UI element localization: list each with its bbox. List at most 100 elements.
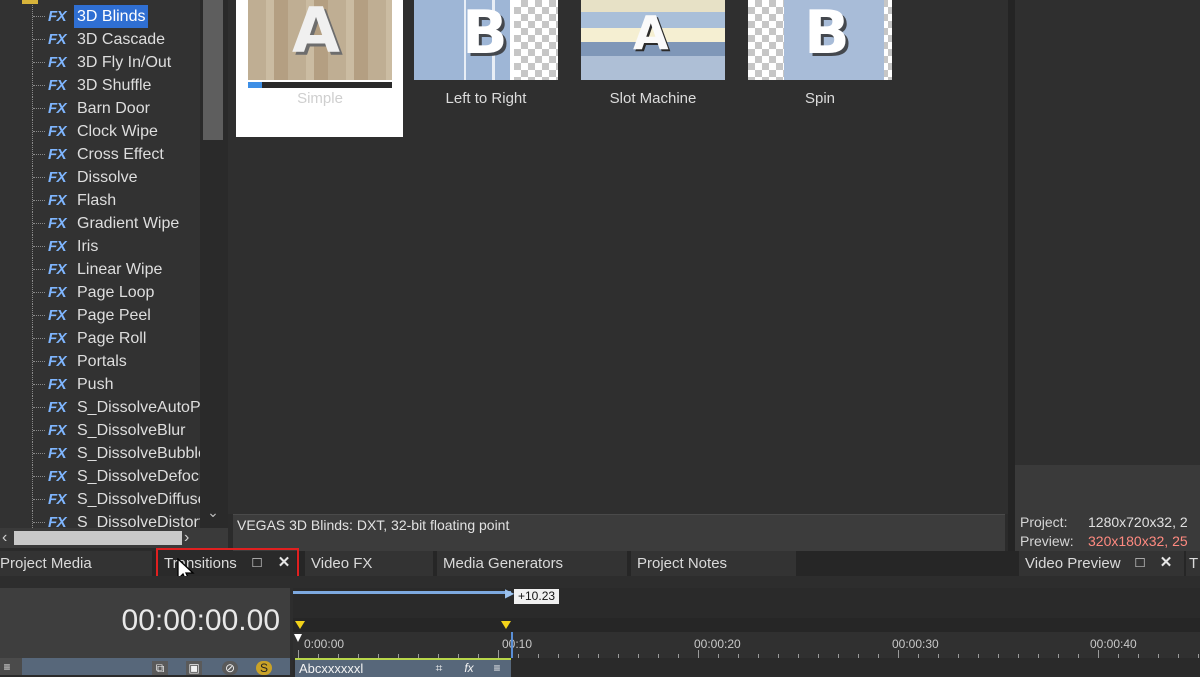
tree-item[interactable]: FX S_DissolveBubble	[0, 442, 200, 465]
ruler-minor-tick	[1118, 654, 1119, 658]
transparency-checker	[514, 0, 558, 80]
tree-item[interactable]: FX Clock Wipe	[0, 120, 200, 143]
tree-item[interactable]: FX S_DissolveAutoPa	[0, 396, 200, 419]
event-fx-icon[interactable]: fx	[462, 661, 476, 675]
ruler-minor-tick	[1198, 654, 1199, 658]
tree-item[interactable]: FX Page Loop	[0, 281, 200, 304]
preset-thumbnail-simple[interactable]: A	[248, 0, 392, 80]
preset-letter: B	[462, 0, 508, 68]
tree-item[interactable]: FX Portals	[0, 350, 200, 373]
loop-start-marker[interactable]	[295, 621, 305, 629]
preset-label-slot-machine[interactable]: Slot Machine	[581, 90, 725, 107]
tree-item[interactable]: FX Flash	[0, 189, 200, 212]
preset-thumbnail-slot-machine[interactable]: A	[581, 0, 725, 80]
cursor-marker-icon[interactable]	[294, 634, 302, 642]
bypass-motion-blur-icon[interactable]: ⧉	[152, 661, 168, 675]
scroll-left-icon[interactable]: ‹	[2, 529, 16, 547]
fx-icon: FX	[48, 8, 67, 25]
tree-item[interactable]: FX 3D Shuffle	[0, 74, 200, 97]
tree-item[interactable]: FX S_DissolveBlur	[0, 419, 200, 442]
tree-connector	[32, 350, 47, 373]
ruler-label: 00:00:30	[892, 637, 939, 651]
compositing-icon[interactable]: ▣	[186, 661, 202, 675]
tab-video-fx[interactable]: Video FX	[305, 551, 433, 576]
tree-item[interactable]: FX Push	[0, 373, 200, 396]
tree-item[interactable]: FX 3D Cascade	[0, 28, 200, 51]
preset-label-spin[interactable]: Spin	[748, 90, 892, 107]
tree-connector	[32, 442, 47, 465]
panel-splitter[interactable]	[1008, 0, 1015, 551]
video-preview-window	[1015, 0, 1200, 465]
tree-item-label: Page Peel	[77, 307, 151, 324]
tree-item[interactable]: FX Dissolve	[0, 166, 200, 189]
tab-project-notes[interactable]: Project Notes	[631, 551, 796, 576]
fx-icon: FX	[48, 215, 67, 232]
fx-icon: FX	[48, 123, 67, 140]
ruler-minor-tick	[518, 654, 519, 658]
tree-item[interactable]: FX 3D Blinds	[0, 5, 200, 28]
preset-thumbnail-spin[interactable]: B	[748, 0, 892, 80]
tree-item[interactable]: FX Page Roll	[0, 327, 200, 350]
ruler-label: 00:00:40	[1090, 637, 1137, 651]
ruler-label: 00:00:20	[694, 637, 741, 651]
tree-item[interactable]: FX Iris	[0, 235, 200, 258]
tree-item[interactable]: FX Gradient Wipe	[0, 212, 200, 235]
tree-scroll-thumb[interactable]	[203, 0, 223, 140]
track-menu-icon[interactable]: ≡	[0, 660, 14, 674]
tab-media-generators[interactable]: Media Generators	[437, 551, 627, 576]
tree-item-label: 3D Shuffle	[77, 77, 152, 94]
mute-icon[interactable]: ⊘	[222, 661, 238, 675]
ruler-minor-tick	[678, 654, 679, 658]
preset-label-left-to-right[interactable]: Left to Right	[414, 90, 558, 107]
tree-item[interactable]: FX S_DissolveDistort	[0, 511, 200, 528]
ruler-minor-tick	[838, 654, 839, 658]
loop-region-bar[interactable]	[293, 591, 511, 594]
tab-truncated[interactable]: T	[1186, 551, 1200, 576]
maximize-icon[interactable]: □	[1132, 555, 1148, 571]
preset-letter: A	[292, 0, 340, 67]
scroll-right-icon[interactable]: ›	[184, 529, 198, 547]
crop-icon[interactable]: ⌗	[432, 661, 446, 675]
preset-label-simple[interactable]: Simple	[248, 90, 392, 107]
tree-item[interactable]: FX Cross Effect	[0, 143, 200, 166]
fx-icon: FX	[48, 445, 67, 462]
preset-thumbnail-left-to-right[interactable]: B	[414, 0, 558, 80]
ruler-minor-tick	[558, 654, 559, 658]
time-ruler[interactable]	[293, 632, 1200, 658]
loop-end-marker[interactable]	[501, 621, 511, 629]
solo-icon[interactable]: S	[256, 661, 272, 675]
scroll-down-icon[interactable]: ⌄	[205, 504, 221, 520]
clip-menu-icon[interactable]: ≡	[490, 661, 504, 675]
ruler-major-tick	[898, 650, 899, 658]
tree-connector	[32, 419, 47, 442]
tree-connector	[32, 143, 47, 166]
tree-item[interactable]: FX 3D Fly In/Out	[0, 51, 200, 74]
loop-end-arrow-icon: ▶	[505, 586, 515, 600]
tab-project-media[interactable]: Project Media	[0, 551, 152, 576]
ruler-minor-tick	[598, 654, 599, 658]
tree-connector	[32, 212, 47, 235]
tree-connector	[32, 51, 47, 74]
tree-connector	[32, 327, 47, 350]
marker-bar[interactable]	[293, 618, 1200, 632]
ruler-minor-tick	[798, 654, 799, 658]
clip-name: Abcxxxxxxl	[299, 661, 364, 676]
tree-item[interactable]: FX Linear Wipe	[0, 258, 200, 281]
tree-connector	[32, 5, 47, 28]
fx-icon: FX	[48, 100, 67, 117]
tree-hscroll-thumb[interactable]	[14, 531, 182, 545]
ruler-minor-tick	[918, 654, 919, 658]
tree-item[interactable]: FX Barn Door	[0, 97, 200, 120]
ruler-minor-tick	[998, 654, 999, 658]
tree-item[interactable]: FX S_DissolveDefocu	[0, 465, 200, 488]
ruler-label: 0:00:00	[304, 637, 345, 651]
close-icon[interactable]: ✕	[1158, 555, 1174, 571]
fx-icon: FX	[48, 376, 67, 393]
tree-connector	[32, 235, 47, 258]
tree-item-label: S_DissolveDefocu	[77, 468, 200, 485]
ruler-major-tick	[498, 650, 499, 658]
tree-item[interactable]: FX Page Peel	[0, 304, 200, 327]
loop-length-badge: +10.23	[514, 589, 560, 604]
tree-item[interactable]: FX S_DissolveDiffuse	[0, 488, 200, 511]
preview-label: Preview:	[1020, 533, 1074, 549]
